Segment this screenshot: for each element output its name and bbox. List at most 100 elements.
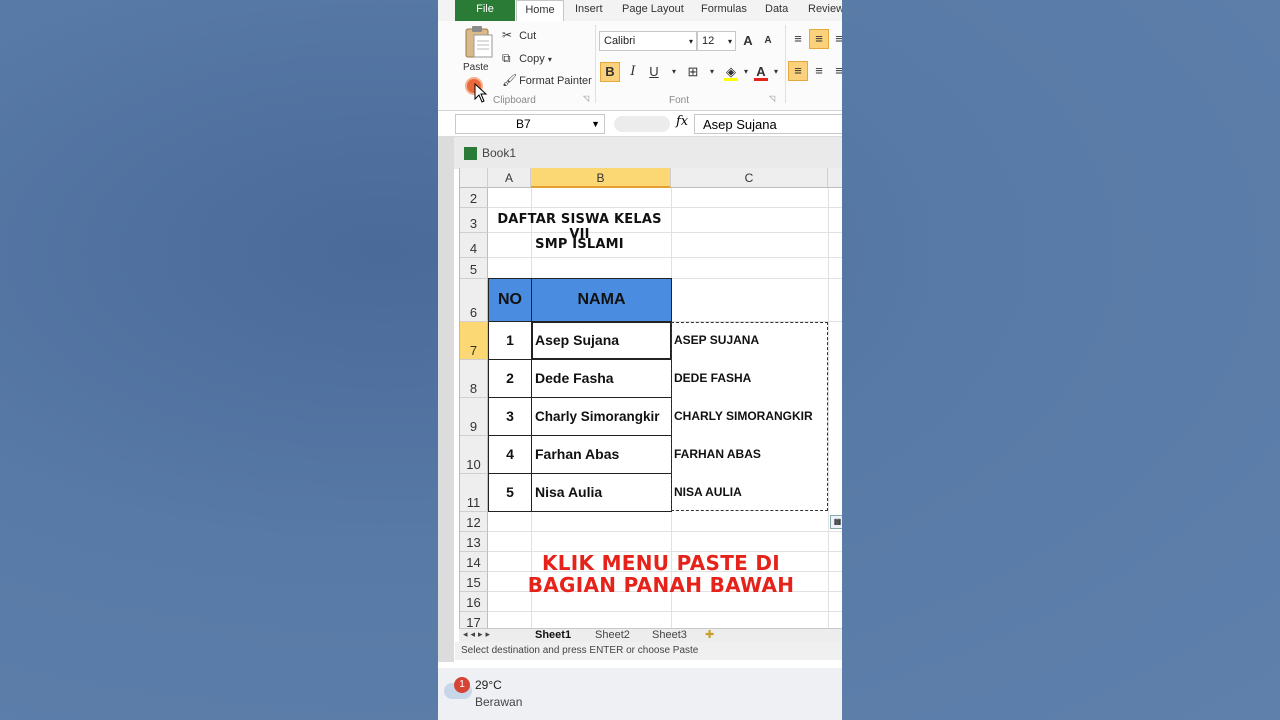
sheet-subtitle: SMP ISLAMI [535,237,624,252]
sheet-tab-2[interactable]: Sheet2 [595,629,630,641]
chevron-down-icon[interactable]: ▾ [702,62,722,82]
table-header-no[interactable]: NO [488,278,532,322]
mouse-cursor-icon [474,83,488,103]
tab-file[interactable]: File [455,0,515,21]
font-launcher-icon[interactable]: ◹ [769,94,775,103]
align-left-icon: ≡ [794,63,802,78]
cell-nama[interactable]: Nisa Aulia [531,473,672,512]
align-left-button[interactable]: ≡ [788,61,808,81]
tab-home[interactable]: Home [516,0,564,22]
table-header-nama[interactable]: NAMA [531,278,672,322]
name-box-value: B7 [516,117,531,131]
weather-condition[interactable]: Berawan [475,695,522,709]
column-header-d[interactable] [828,168,842,188]
shrink-font-icon: A [764,35,772,46]
group-divider [785,25,786,103]
cell-no[interactable]: 4 [488,435,532,474]
row-header[interactable]: 7 [460,322,488,360]
paste-options-icon[interactable]: ▦ [830,515,842,529]
grow-font-button[interactable]: A [738,31,758,51]
taskbar [438,668,842,720]
underline-icon: U [649,64,659,79]
insert-function-icon[interactable]: fx [676,114,688,129]
align-right-button[interactable]: ≡ [829,61,842,81]
clipboard-launcher-icon[interactable]: ◹ [583,94,589,103]
select-all-corner[interactable] [460,168,488,188]
row-header[interactable]: 6 [460,279,488,322]
tab-page-layout[interactable]: Page Layout [615,0,691,21]
tab-formulas[interactable]: Formulas [694,0,754,21]
row-header[interactable]: 4 [460,233,488,258]
row-header[interactable]: 9 [460,398,488,436]
font-size-select[interactable]: 12 ▾ [697,31,736,51]
bold-button[interactable]: B [600,62,620,82]
chevron-down-icon[interactable]: ▾ [664,62,684,82]
excel-workbook-icon [464,147,477,160]
align-middle-button[interactable]: ≡ [809,29,829,49]
row-header[interactable]: 3 [460,208,488,233]
row-header[interactable]: 10 [460,436,488,474]
row-header[interactable]: 15 [460,572,488,592]
status-bar: Select destination and press ENTER or ch… [455,642,842,660]
active-cell-border [531,321,672,360]
font-name-select[interactable]: Calibri ▾ [599,31,697,51]
sheet-tab-3[interactable]: Sheet3 [652,629,687,641]
row-header[interactable]: 16 [460,592,488,612]
italic-button[interactable]: I [623,62,643,82]
row-number: 10 [466,457,481,472]
grid-line [488,611,842,612]
cell-no[interactable]: 5 [488,473,532,512]
notification-badge: 1 [454,677,470,693]
tab-data[interactable]: Data [758,0,795,21]
row-header[interactable]: 13 [460,532,488,552]
group-divider [595,25,596,103]
format-painter-button[interactable]: 🖌 Format Painter [502,73,592,87]
borders-button[interactable]: ⊞ [683,62,703,82]
tab-review[interactable]: Review [801,0,842,21]
row-header[interactable]: 17 [460,612,488,628]
sheet-tab-1[interactable]: Sheet1 [535,629,571,641]
name-box[interactable]: B7 ▼ [455,114,605,134]
grid-line [488,531,842,532]
tab-insert[interactable]: Insert [568,0,610,21]
copy-button[interactable]: ⧉ Copy ▾ [502,51,552,66]
sheet-nav-arrows-icon[interactable]: ◂◂▸▸ [463,629,493,640]
cut-button[interactable]: ✂ Cut [502,28,536,42]
formula-bar-handle[interactable] [614,116,670,132]
paste-button-label[interactable]: Paste [463,62,489,73]
underline-button[interactable]: U [644,62,664,82]
align-center-button[interactable]: ≡ [809,61,829,81]
grid-line [828,188,829,628]
row-header[interactable]: 2 [460,188,488,208]
chevron-down-icon[interactable]: ▾ [766,62,786,82]
column-header-b[interactable]: B [531,168,671,188]
weather-temperature[interactable]: 29°C [475,678,502,692]
align-right-icon: ≡ [835,63,842,78]
chevron-down-icon: ▾ [727,37,732,46]
row-header[interactable]: 12 [460,512,488,532]
align-top-button[interactable]: ≡ [788,29,808,49]
cell-no[interactable]: 1 [488,321,532,360]
copy-label: Copy [519,53,545,65]
formula-input[interactable]: Asep Sujana [694,114,842,134]
shrink-font-button[interactable]: A [758,31,778,51]
cell-nama[interactable]: Charly Simorangkir [531,397,672,436]
row-header[interactable]: 5 [460,258,488,279]
align-bottom-button[interactable]: ≡ [829,29,842,49]
row-number: 9 [469,419,478,434]
row-header[interactable]: 8 [460,360,488,398]
row-header[interactable]: 14 [460,552,488,572]
cell-nama[interactable]: Farhan Abas [531,435,672,474]
italic-icon: I [630,64,636,79]
column-header-c[interactable]: C [671,168,828,188]
chevron-down-icon: ▾ [688,37,693,46]
cell-no[interactable]: 3 [488,397,532,436]
paste-icon[interactable] [464,25,494,59]
cell-nama[interactable]: Dede Fasha [531,359,672,398]
worksheet-grid[interactable]: A B C 2 3 4 5 6 7 8 9 10 11 12 13 14 15 … [459,168,842,628]
row-header[interactable]: 11 [460,474,488,512]
new-sheet-icon[interactable]: ✚ [705,628,714,641]
row-number: 14 [466,555,481,570]
column-header-a[interactable]: A [488,168,531,188]
cell-no[interactable]: 2 [488,359,532,398]
